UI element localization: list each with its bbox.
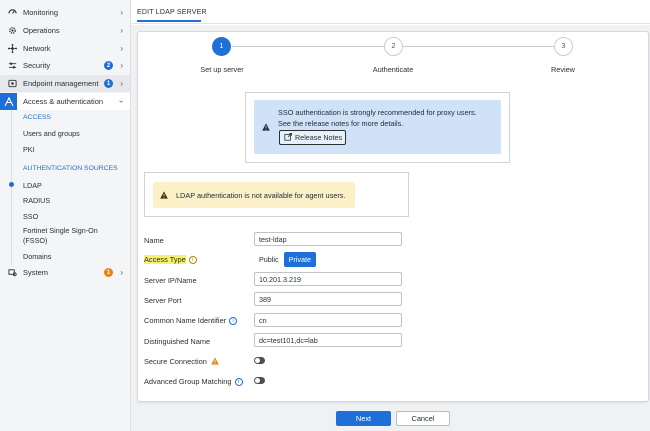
server-port-label: Server Port <box>144 296 182 305</box>
sidebar-item-label: Access & authentication <box>23 97 104 106</box>
access-type-label-row: Access Type i <box>144 255 197 265</box>
secure-label-row: Secure Connection <box>144 357 219 367</box>
advanced-group-matching-toggle[interactable] <box>254 377 265 384</box>
step-connector <box>232 46 384 47</box>
sidebar-item-label: Network <box>23 44 51 53</box>
chevron-right-icon: › <box>120 61 123 70</box>
step-3-indicator[interactable]: 3 <box>554 37 573 56</box>
release-notes-label: Release Notes <box>295 133 343 142</box>
dn-label: Distinguished Name <box>144 337 211 346</box>
endpoint-icon <box>8 79 17 88</box>
chevron-right-icon: › <box>120 44 123 53</box>
chevron-right-icon: › <box>120 79 123 88</box>
sidebar-item-access-authentication[interactable]: Access & authentication › <box>0 93 130 110</box>
gear-icon <box>8 26 17 35</box>
system-icon <box>8 268 17 277</box>
sidebar-item-network[interactable]: Network › <box>0 40 130 57</box>
count-badge: 1 <box>104 79 113 88</box>
sidebar-subitem-ldap[interactable]: LDAP <box>23 181 42 190</box>
sidebar: Monitoring › Operations › Network › Secu… <box>0 0 131 431</box>
sidebar-subitem-sso[interactable]: SSO <box>23 212 38 221</box>
access-private-option[interactable]: Private <box>283 252 316 267</box>
sub-nav-track <box>11 110 12 265</box>
step-2-label: Authenticate <box>372 65 414 74</box>
access-public-option[interactable]: Public <box>254 252 284 267</box>
chevron-down-icon: › <box>117 100 127 103</box>
info-icon[interactable]: i <box>234 378 243 387</box>
step-connector <box>402 46 554 47</box>
external-link-icon <box>284 132 292 143</box>
sidebar-item-label: Endpoint management <box>23 79 99 88</box>
section-header-auth-sources: AUTHENTICATION SOURCES <box>23 165 118 172</box>
dn-input[interactable] <box>254 333 402 347</box>
sidebar-subitem-pki[interactable]: PKI <box>23 145 35 154</box>
cancel-button[interactable]: Cancel <box>396 411 450 426</box>
cn-input[interactable] <box>254 313 402 327</box>
sidebar-item-system[interactable]: System 1 › <box>0 264 130 281</box>
warning-triangle-icon <box>211 357 219 367</box>
sidebar-item-label: Operations <box>23 26 60 35</box>
sidebar-subitem-domains[interactable]: Domains <box>23 252 51 261</box>
sliders-icon <box>8 61 17 70</box>
warning-triangle-icon <box>262 123 270 133</box>
access-icon <box>0 93 17 110</box>
chevron-right-icon: › <box>120 26 123 35</box>
info-banner-line1: SSO authentication is strongly recommend… <box>278 108 477 117</box>
warning-banner-text: LDAP authentication is not available for… <box>176 191 346 200</box>
cn-label-row: Common Name Identifier i <box>144 316 238 326</box>
sidebar-item-operations[interactable]: Operations › <box>0 22 130 39</box>
sidebar-item-endpoint-management[interactable]: Endpoint management 1 › <box>0 75 130 92</box>
step-3-label: Review <box>551 65 575 74</box>
sidebar-subitem-users-and-groups[interactable]: Users and groups <box>23 129 80 138</box>
current-item-indicator <box>9 182 14 187</box>
secure-connection-toggle[interactable] <box>254 357 265 364</box>
sidebar-subitem-radius[interactable]: RADIUS <box>23 196 50 205</box>
count-badge: 1 <box>104 268 113 277</box>
server-ip-input[interactable] <box>254 272 402 286</box>
advanced-label-row: Advanced Group Matching i <box>144 377 243 387</box>
step-2-indicator[interactable]: 2 <box>384 37 403 56</box>
cn-label: Common Name Identifier <box>144 316 227 325</box>
name-input[interactable] <box>254 232 402 246</box>
next-button[interactable]: Next <box>336 411 391 426</box>
info-icon[interactable]: i <box>188 256 197 265</box>
step-1-indicator[interactable]: 1 <box>212 37 231 56</box>
section-header-access: ACCESS <box>23 114 51 121</box>
sidebar-item-security[interactable]: Security 2 › <box>0 57 130 74</box>
access-type-toggle: Public Private <box>254 252 316 267</box>
server-port-input[interactable] <box>254 292 402 306</box>
access-type-label: Access Type <box>144 255 186 264</box>
name-label: Name <box>144 236 164 245</box>
info-banner-line2: See the release notes for more details. <box>278 119 404 128</box>
main-area <box>131 25 650 431</box>
network-icon <box>8 44 17 53</box>
server-ip-label: Server IP/Name <box>144 276 197 285</box>
sidebar-subitem-fsso[interactable]: Fortinet Single Sign-On <box>23 226 98 235</box>
page-title: EDIT LDAP SERVER <box>137 9 207 16</box>
chevron-right-icon: › <box>120 268 123 277</box>
info-icon[interactable]: i <box>229 317 238 326</box>
sidebar-subitem-fsso-abbr[interactable]: (FSSO) <box>23 236 47 245</box>
count-badge: 2 <box>104 61 113 70</box>
sidebar-item-label: Monitoring <box>23 8 59 17</box>
sidebar-item-label: Security <box>23 61 51 70</box>
step-1-label: Set up server <box>200 65 244 74</box>
monitoring-icon <box>8 8 17 17</box>
advanced-label: Advanced Group Matching <box>144 377 232 386</box>
tab-underline <box>137 20 201 22</box>
warning-triangle-icon <box>160 191 168 201</box>
release-notes-button[interactable]: Release Notes <box>279 130 346 145</box>
chevron-right-icon: › <box>120 8 123 17</box>
sidebar-item-label: System <box>23 268 49 277</box>
sidebar-item-monitoring[interactable]: Monitoring › <box>0 4 130 21</box>
secure-label: Secure Connection <box>144 357 207 366</box>
page-header: EDIT LDAP SERVER <box>131 0 650 24</box>
